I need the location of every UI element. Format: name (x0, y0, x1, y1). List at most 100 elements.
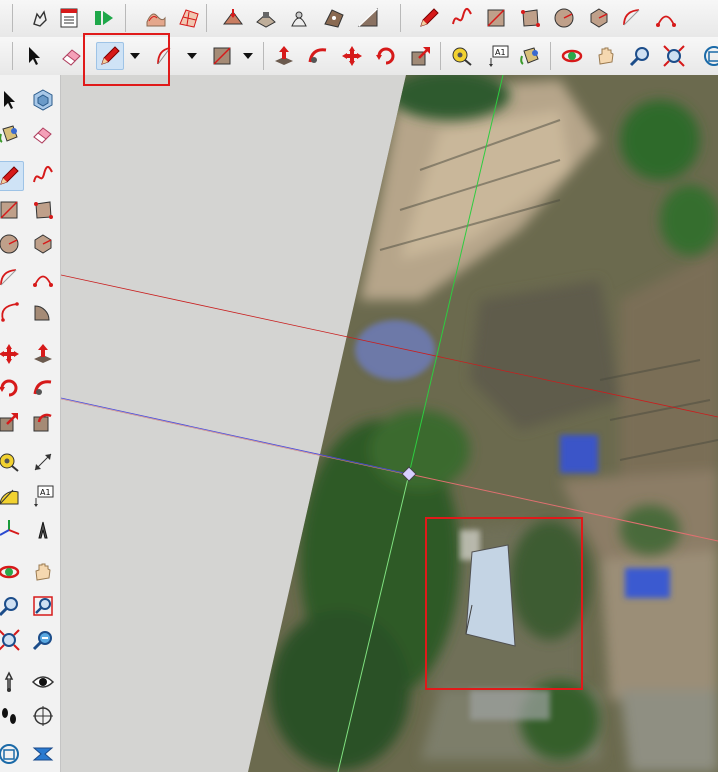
zoom-extents-button[interactable] (0, 625, 24, 655)
scenes-button[interactable] (90, 4, 118, 32)
text-tool-button[interactable]: A1 (28, 481, 58, 511)
move-button[interactable] (0, 339, 24, 369)
follow-me-button[interactable] (304, 42, 332, 70)
pan-button[interactable] (28, 557, 58, 587)
two-point-arc-button[interactable] (28, 263, 58, 293)
dropdown-arrow[interactable] (185, 42, 199, 70)
push-pull-button[interactable] (28, 339, 58, 369)
zoom-icon (628, 44, 652, 68)
flip-edge-button[interactable] (354, 4, 382, 32)
arc-icon (620, 6, 644, 30)
circle-icon (552, 6, 576, 30)
axes-icon (0, 518, 21, 542)
eraser-button[interactable] (58, 42, 86, 70)
orbit-button[interactable] (0, 557, 24, 587)
arc-button[interactable] (0, 263, 24, 293)
three-point-arc-button[interactable] (0, 297, 24, 327)
3d-text-button[interactable] (28, 515, 58, 545)
tape-measure-button[interactable] (0, 447, 24, 477)
zoom-extents-button[interactable] (660, 42, 688, 70)
viewport-canvas[interactable] (61, 75, 718, 772)
freehand-button[interactable] (28, 161, 58, 191)
pan-icon (594, 44, 618, 68)
text-tool-button[interactable]: A1 (484, 42, 512, 70)
look-around-button[interactable] (28, 667, 58, 697)
zoom-button[interactable] (0, 591, 24, 621)
move-icon (0, 342, 21, 366)
select-button[interactable] (20, 42, 48, 70)
polygon-icon (587, 6, 611, 30)
extension-button[interactable] (28, 739, 58, 769)
toolbar-separator (263, 42, 264, 70)
freehand-icon (31, 164, 55, 188)
zoom-icon (0, 594, 21, 618)
zoom-window-button[interactable] (28, 591, 58, 621)
smoove-button[interactable] (219, 4, 247, 32)
zoom-button[interactable] (626, 42, 654, 70)
add-detail-button[interactable] (320, 4, 348, 32)
three-point-arc-icon (0, 300, 21, 324)
offset-button[interactable] (28, 407, 58, 437)
paint-bucket-button[interactable] (0, 119, 24, 149)
toolbar-separator (440, 42, 441, 70)
eraser-icon (60, 44, 84, 68)
pie-icon (31, 300, 55, 324)
arc-button[interactable] (618, 4, 646, 32)
two-point-arc-button[interactable] (652, 4, 680, 32)
rectangle-button[interactable] (482, 4, 510, 32)
eraser-button[interactable] (28, 119, 58, 149)
section-plane-button[interactable] (28, 701, 58, 731)
warehouse-button[interactable] (0, 739, 24, 769)
outliner-button[interactable] (55, 4, 83, 32)
circle-button[interactable] (0, 229, 24, 259)
line-tool-button[interactable] (415, 4, 443, 32)
dropdown-arrow[interactable] (241, 42, 255, 70)
previous-view-button[interactable] (28, 625, 58, 655)
component-button[interactable] (28, 85, 58, 115)
smoove-icon (221, 6, 245, 30)
protractor-button[interactable] (0, 481, 24, 511)
toolbar-separator (12, 42, 13, 70)
orbit-button[interactable] (558, 42, 586, 70)
rectangle-dropdown-button[interactable] (208, 42, 236, 70)
paint-bucket-button[interactable] (516, 42, 544, 70)
rotate-button[interactable] (372, 42, 400, 70)
lasso-select-button[interactable] (26, 4, 54, 32)
select-button[interactable] (0, 85, 24, 115)
scale-button[interactable] (0, 407, 24, 437)
pan-button[interactable] (592, 42, 620, 70)
eraser-icon (31, 122, 55, 146)
follow-me-button[interactable] (28, 373, 58, 403)
move-button[interactable] (338, 42, 366, 70)
tape-measure-button[interactable] (448, 42, 476, 70)
circle-button[interactable] (550, 4, 578, 32)
drape-button[interactable] (285, 4, 313, 32)
dimension-button[interactable] (28, 447, 58, 477)
text-tool-icon: A1 (31, 484, 55, 508)
push-pull-button[interactable] (270, 42, 298, 70)
extension-icon (31, 742, 55, 766)
rectangle-button[interactable] (0, 195, 24, 225)
polygon-button[interactable] (28, 229, 58, 259)
scale-button[interactable] (407, 42, 435, 70)
position-camera-button[interactable] (0, 667, 24, 697)
line-tool-button[interactable] (0, 161, 24, 191)
rotated-rectangle-button[interactable] (516, 4, 544, 32)
sandbox-from-scratch-button[interactable] (175, 4, 203, 32)
protractor-icon (0, 484, 21, 508)
stamp-button[interactable] (252, 4, 280, 32)
rotated-rectangle-icon (31, 198, 55, 222)
sandbox-from-contours-button[interactable] (142, 4, 170, 32)
rotate-button[interactable] (0, 373, 24, 403)
freehand-button[interactable] (448, 4, 476, 32)
rectangle-dropdown-icon (210, 44, 234, 68)
axes-button[interactable] (0, 515, 24, 545)
scale-icon (0, 410, 21, 434)
rotated-rectangle-button[interactable] (28, 195, 58, 225)
walk-button[interactable] (0, 701, 24, 731)
polygon-button[interactable] (585, 4, 613, 32)
warehouse-button[interactable] (700, 42, 718, 70)
model-viewport[interactable] (61, 75, 718, 772)
pie-button[interactable] (28, 297, 58, 327)
two-point-arc-icon (31, 266, 55, 290)
